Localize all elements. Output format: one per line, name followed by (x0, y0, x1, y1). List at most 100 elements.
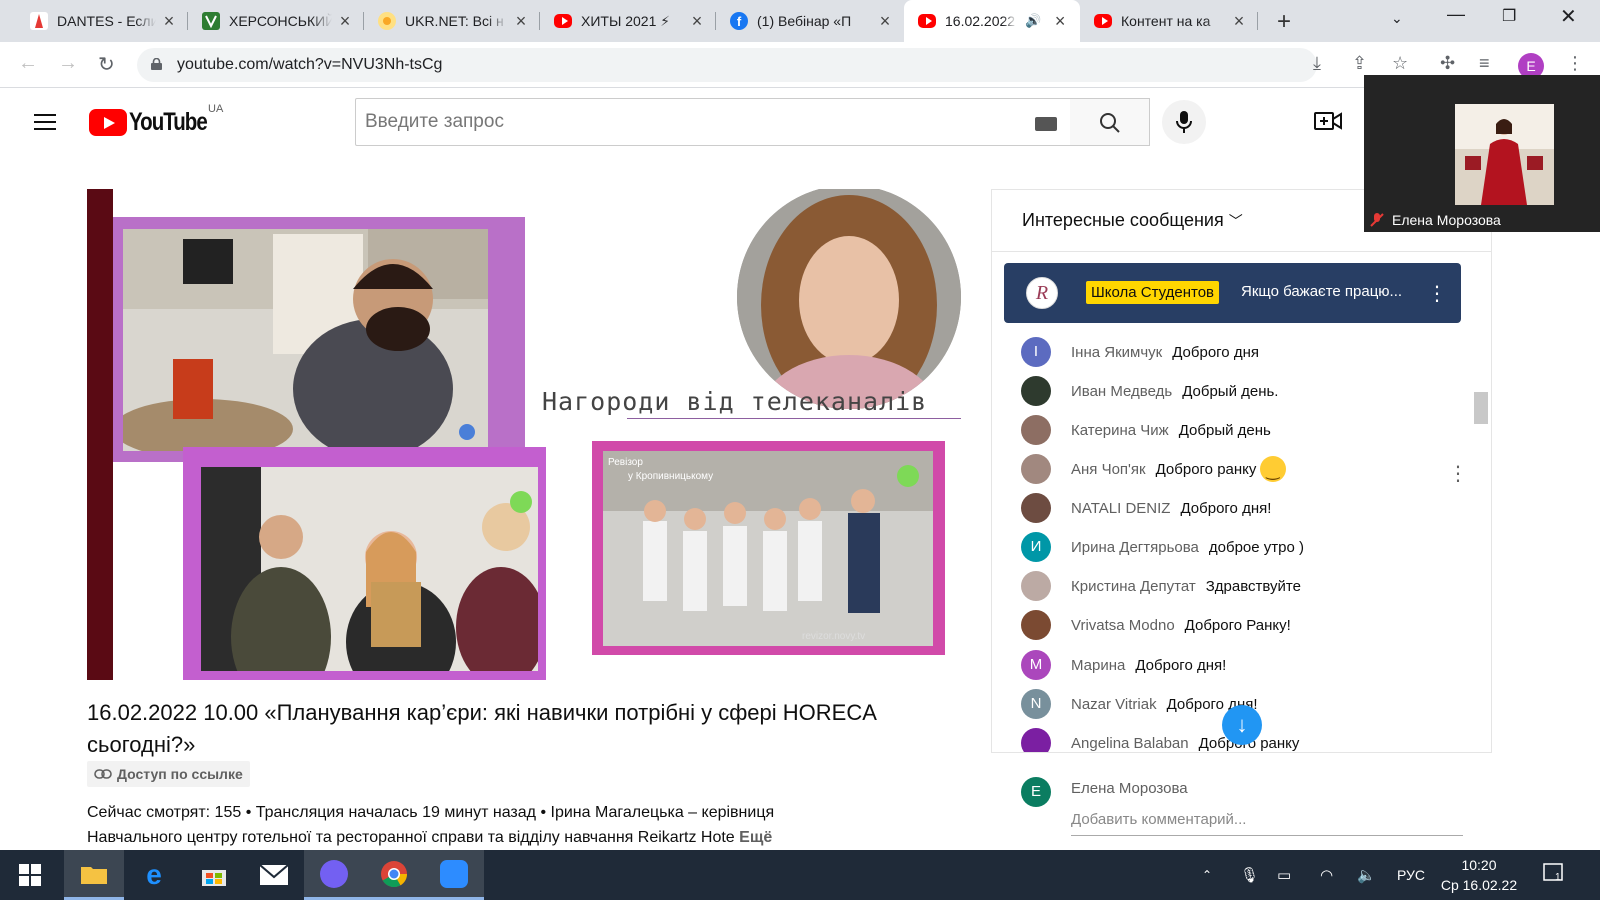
tab-title: 16.02.2022 (945, 13, 1016, 29)
chat-message[interactable]: NATALI DENIZ Доброго дня! (1021, 488, 1271, 528)
chat-message[interactable]: М Марина Доброго дня! (1021, 645, 1226, 685)
taskbar-store[interactable] (184, 850, 244, 900)
browser-tab-kherson[interactable]: ХЕРСОНСЬКИЙ × (188, 0, 364, 42)
tray-language[interactable]: РУС (1397, 867, 1425, 883)
close-icon[interactable]: × (160, 11, 178, 32)
close-icon[interactable]: × (336, 11, 354, 32)
taskbar-zoom[interactable] (424, 850, 484, 900)
speaker-icon[interactable]: 🔊 (1025, 13, 1041, 29)
chat-author: Иван Медведь (1071, 382, 1173, 400)
chat-author: Марина (1071, 656, 1126, 674)
user-avatar: E (1021, 777, 1051, 807)
search-input[interactable] (356, 99, 996, 145)
tray-expand-icon[interactable]: ⌃ (1202, 868, 1212, 882)
chat-avatar: М (1021, 650, 1051, 680)
youtube-icon (918, 12, 936, 30)
close-icon[interactable]: × (876, 11, 894, 32)
chat-scrollbar[interactable] (1474, 392, 1488, 424)
chat-message[interactable]: Vrivatsa Modno Доброго Ранку! (1021, 605, 1291, 645)
browser-tab-facebook[interactable]: f (1) Вебінар «П × (716, 0, 904, 42)
chat-message[interactable]: И Ирина Дегтярьова доброе утро ) (1021, 527, 1304, 567)
message-menu-icon[interactable]: ⋮ (1448, 461, 1468, 486)
pinned-message[interactable]: R Школа Студентов Якщо бажаєте працю... … (1004, 263, 1461, 323)
chat-message[interactable]: Иван Медведь Добрый день. (1021, 371, 1278, 411)
new-tab-button[interactable]: + (1277, 8, 1291, 36)
tray-wifi-icon[interactable]: ◠ (1320, 866, 1333, 884)
media-control-icon[interactable]: ≡ (1479, 53, 1490, 74)
taskbar-chrome[interactable] (364, 850, 424, 900)
minimize-button[interactable]: — (1447, 4, 1465, 25)
address-bar[interactable]: youtube.com/watch?v=NVU3Nh-tsCg (137, 48, 1317, 82)
start-button[interactable] (0, 850, 60, 900)
chat-text: Доброго дня! (1135, 656, 1227, 674)
participant-label: Елена Морозова (1370, 212, 1501, 228)
reload-button[interactable]: ↻ (98, 52, 115, 77)
tab-title: DANTES - Если (57, 13, 156, 29)
store-icon (202, 870, 226, 886)
voice-search-button[interactable] (1162, 100, 1206, 144)
install-icon[interactable]: ⤓ (1313, 53, 1321, 74)
chat-input[interactable]: Добавить комментарий... (1071, 808, 1463, 836)
chat-message[interactable]: Аня Чоп'як Доброго ранку (1021, 449, 1287, 489)
browser-tab-content[interactable]: Контент на ка × (1080, 0, 1258, 42)
zoom-video-overlay[interactable]: Елена Морозова (1364, 75, 1600, 232)
share-icon[interactable]: ⇪ (1352, 53, 1367, 74)
mail-icon (260, 865, 288, 885)
chat-mode-selector[interactable]: Интересные сообщения ﹀ (1022, 210, 1243, 231)
hamburger-menu-icon[interactable] (34, 114, 56, 130)
browser-tab-ukrnet[interactable]: UKR.NET: Всі н × (364, 0, 540, 42)
close-icon[interactable]: × (512, 11, 530, 32)
chat-message[interactable]: I Інна Якимчук Доброго дня (1021, 332, 1259, 372)
youtube-logo[interactable]: YouTube UA (89, 103, 224, 137)
chat-message[interactable]: Катерина Чиж Добрый день (1021, 410, 1271, 450)
chat-avatar: N (1021, 689, 1051, 719)
close-icon[interactable]: × (1230, 11, 1248, 32)
chat-avatar (1021, 376, 1051, 406)
close-window-button[interactable]: ✕ (1560, 4, 1577, 29)
chat-author: Ирина Дегтярьова (1071, 538, 1199, 556)
slide-heading: Нагороди від телеканалів (542, 387, 928, 416)
video-description[interactable]: Сейчас смотрят: 155 • Трансляция началас… (87, 800, 857, 850)
logo-text: YouTube (129, 108, 208, 136)
tray-volume-icon[interactable]: 🔈 (1357, 866, 1376, 884)
keyboard-icon[interactable] (1035, 117, 1057, 131)
tab-search-icon[interactable]: ⌄ (1391, 10, 1403, 27)
composer-username: Елена Морозова (1071, 780, 1188, 797)
extensions-icon[interactable]: ✣ (1440, 53, 1455, 74)
restore-button[interactable]: ❐ (1502, 6, 1516, 26)
clock-date: Ср 16.02.22 (1440, 877, 1518, 893)
notifications-button[interactable]: 1 (1543, 862, 1565, 888)
windows-taskbar: e ⌃ 🎙 ▭ ◠ 🔈 РУС 10:20 Ср 16.02.22 1 (0, 850, 1600, 900)
bookmark-star-icon[interactable]: ☆ (1392, 53, 1408, 74)
taskbar-file-explorer[interactable] (64, 850, 124, 900)
tab-title: ХЕРСОНСЬКИЙ (229, 13, 332, 29)
browser-tab-hity[interactable]: ХИТЫ 2021 ⚡ × (540, 0, 716, 42)
chat-author: Катерина Чиж (1071, 421, 1169, 439)
taskbar-viber[interactable] (304, 850, 364, 900)
tray-microphone-icon[interactable]: 🎙 (1240, 866, 1259, 884)
create-video-icon[interactable] (1314, 110, 1342, 132)
show-more-button[interactable]: Ещё (739, 829, 772, 846)
tab-title: Контент на ка (1121, 13, 1211, 29)
menu-icon[interactable]: ⋮ (1566, 53, 1584, 74)
taskbar-mail[interactable] (244, 850, 304, 900)
more-options-icon[interactable]: ⋮ (1427, 281, 1447, 306)
chat-message[interactable]: Кристина Депутат Здравствуйте (1021, 566, 1301, 606)
video-title: 16.02.2022 10.00 «Планування кар’єри: як… (87, 700, 876, 757)
scroll-down-button[interactable]: ↓ (1222, 705, 1262, 745)
search-button[interactable] (1070, 98, 1150, 146)
browser-toolbar: ← → ↻ youtube.com/watch?v=NVU3Nh-tsCg ⤓ … (0, 42, 1600, 88)
close-icon[interactable]: × (1051, 11, 1069, 32)
video-player[interactable]: Ревізор у Кропивницькому revizor.novy.tv… (87, 189, 961, 680)
browser-tab-active[interactable]: 16.02.2022 🔊 × (904, 0, 1080, 42)
back-button[interactable]: ← (18, 52, 38, 75)
close-icon[interactable]: × (688, 11, 706, 32)
taskbar-edge[interactable]: e (124, 850, 184, 900)
notification-count: 1 (1555, 872, 1561, 883)
slide-photo-award (201, 467, 538, 671)
forward-button[interactable]: → (58, 52, 78, 75)
tray-battery-icon[interactable]: ▭ (1277, 866, 1291, 884)
tray-clock[interactable]: 10:20 Ср 16.02.22 (1432, 855, 1526, 895)
browser-tab-dantes[interactable]: DANTES - Если × (16, 0, 188, 42)
tab-title: ХИТЫ 2021 ⚡ (581, 12, 671, 29)
